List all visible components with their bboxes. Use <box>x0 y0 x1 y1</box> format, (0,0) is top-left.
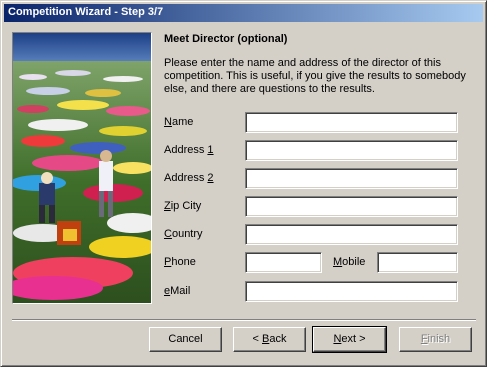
separator-highlight <box>12 320 476 321</box>
title-bar[interactable]: Competition Wizard - Step 3/7 <box>4 4 483 22</box>
cancel-button[interactable]: Cancel <box>149 327 222 352</box>
mobile-label: Mobile <box>333 256 365 268</box>
accel-key: Z <box>164 200 171 212</box>
accel-key: 1 <box>207 144 214 156</box>
accel-key: F <box>420 333 428 345</box>
window-title: Competition Wizard - Step 3/7 <box>8 6 164 18</box>
button-label: ext > <box>341 333 366 345</box>
country-label: Country <box>164 228 203 240</box>
button-label: < <box>252 333 262 345</box>
button-label: Cancel <box>168 333 203 345</box>
accel-key: 2 <box>207 172 214 184</box>
paragliders-photo <box>12 32 152 304</box>
address2-input[interactable] <box>245 168 458 189</box>
label-text: ip City <box>170 200 202 212</box>
mobile-input[interactable] <box>377 252 458 273</box>
label-text: ame <box>171 116 194 128</box>
label-text: ountry <box>171 228 203 240</box>
country-input[interactable] <box>245 224 458 245</box>
zipcity-input[interactable] <box>245 196 458 217</box>
button-label: ack <box>269 333 287 345</box>
label-text: hone <box>171 256 196 268</box>
accel-key: M <box>333 256 343 268</box>
step-heading: Meet Director (optional) <box>164 33 288 45</box>
accel-key: C <box>164 228 172 240</box>
address1-input[interactable] <box>245 140 458 161</box>
photo-illustration <box>13 33 151 303</box>
address1-label: Address 1 <box>164 144 214 156</box>
label-text: Mail <box>170 285 191 297</box>
back-button[interactable]: < Back <box>233 327 306 352</box>
accel-key: N <box>164 116 172 128</box>
label-text: Address <box>164 144 208 156</box>
finish-button[interactable]: Finish <box>399 327 472 352</box>
name-label: Name <box>164 116 193 128</box>
wizard-window: Competition Wizard - Step 3/7 Meet Direc… <box>0 0 487 367</box>
label-text: obile <box>342 256 366 268</box>
step-description: Please enter the name and address of the… <box>164 57 466 95</box>
label-text: Address <box>164 172 208 184</box>
phone-label: Phone <box>164 256 196 268</box>
phone-input[interactable] <box>245 252 322 273</box>
name-input[interactable] <box>245 112 458 133</box>
button-label: inish <box>427 333 451 345</box>
address2-label: Address 2 <box>164 172 214 184</box>
next-button[interactable]: Next > <box>312 326 387 353</box>
email-input[interactable] <box>245 281 458 302</box>
email-label: eMail <box>164 285 190 297</box>
zipcity-label: Zip City <box>164 200 201 212</box>
